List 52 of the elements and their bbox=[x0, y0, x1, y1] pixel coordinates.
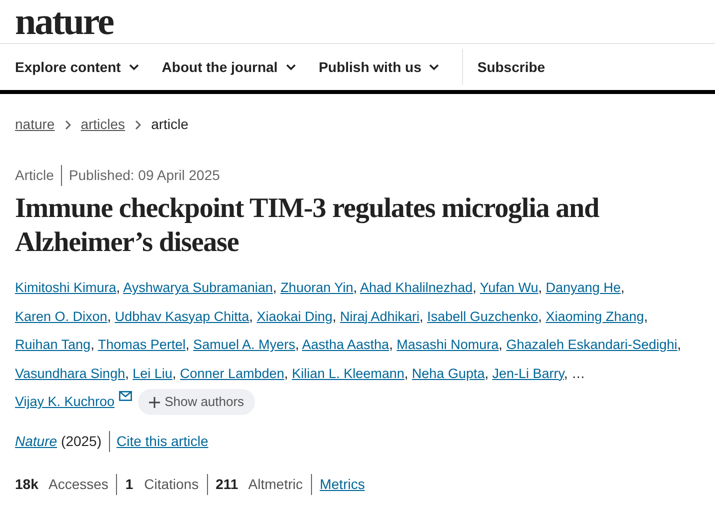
author-link[interactable]: Udbhav Kasyap Chitta bbox=[114, 308, 250, 324]
author-link[interactable]: Vasundhara Singh bbox=[15, 366, 126, 380]
chevron-down-icon bbox=[286, 64, 296, 70]
author-link[interactable]: Zhuoran Yin bbox=[280, 280, 354, 295]
publish-date: Published: 09 April 2025 bbox=[68, 166, 220, 185]
author-link[interactable]: Kilian L. Kleemann bbox=[292, 366, 404, 380]
author-list: Kimitoshi Kimura, Ayshwarya Subramanian, Zhuoran Yin, Ahad Khalilnezhad, Yufan Wu, Danyang He, Karen O. Dixon, Udbhav Kasyap Chitta, Xiaokai Ding, Niraj Adhikari, Isabell Guzchenko, Xiaoming Zhang, Ruihan Tang, Thomas Pertel, Samuel A. Myers, Aastha Aastha, Masashi Nomura, Ghazaleh Eskandari-Sedighi, Vasundhara Singh, Lei Liu, Conner Lambden, Kilian L. Kleemann, Neha Gupta, Jen-Li Barry, … Vijay K. Kuchroo Show authors bbox=[0, 274, 700, 416]
mail-icon bbox=[118, 391, 132, 402]
metric-count: 211 Altmetric bbox=[216, 474, 312, 494]
publication-year: (2025) bbox=[61, 430, 110, 452]
author-link[interactable]: Jen-Li Barry bbox=[492, 366, 564, 380]
metric-count: 1 Citations bbox=[125, 474, 208, 494]
chevron-right-icon bbox=[64, 120, 71, 130]
author-link[interactable]: Karen O. Dixon bbox=[15, 308, 108, 324]
journal-link[interactable]: Nature bbox=[15, 430, 58, 452]
article-type: Article bbox=[15, 165, 62, 186]
show-authors-button[interactable]: Show authors bbox=[138, 389, 256, 416]
author-link[interactable]: Xiaoming Zhang bbox=[546, 308, 644, 324]
author-link[interactable]: Isabell Guzchenko bbox=[427, 308, 538, 324]
author-link[interactable]: Lei Liu bbox=[132, 366, 172, 380]
nav-menu-button[interactable]: Publish with us bbox=[318, 56, 440, 78]
cite-link[interactable]: Cite this article bbox=[116, 430, 208, 452]
author-link[interactable]: Xiaokai Ding bbox=[256, 308, 332, 324]
author-link[interactable]: Conner Lambden bbox=[180, 366, 284, 380]
author-link[interactable]: Masashi Nomura bbox=[396, 337, 499, 352]
chevron-down-icon bbox=[429, 64, 440, 70]
article-title: Immune checkpoint TIM-3 regulates microglia and Alzheimer’s disease bbox=[14, 192, 600, 260]
author-link[interactable]: Samuel A. Myers bbox=[193, 337, 296, 352]
breadcrumb-link[interactable]: articles bbox=[80, 114, 126, 135]
nav-menu-button[interactable]: Explore content bbox=[15, 56, 139, 78]
author-link[interactable]: Ghazaleh Eskandari-Sedighi bbox=[506, 337, 678, 352]
author-link[interactable]: Thomas Pertel bbox=[98, 337, 186, 352]
nav-link[interactable]: Subscribe bbox=[477, 56, 546, 78]
author-link[interactable]: Ahad Khalilnezhad bbox=[360, 280, 473, 295]
author-link[interactable]: Kimitoshi Kimura bbox=[15, 280, 116, 295]
author-link[interactable]: Niraj Adhikari bbox=[340, 308, 420, 324]
author-link[interactable]: Ruihan Tang bbox=[15, 337, 91, 352]
author-link[interactable]: Danyang He bbox=[546, 280, 621, 295]
metric-count: 18k Accesses bbox=[15, 474, 118, 494]
author-link[interactable]: Ayshwarya Subramanian bbox=[123, 280, 273, 295]
author-link[interactable]: Yufan Wu bbox=[480, 280, 538, 295]
chevron-right-icon bbox=[135, 120, 142, 130]
author-link[interactable]: Vijay K. Kuchroo bbox=[15, 394, 115, 409]
site-logo[interactable]: nature bbox=[15, 2, 113, 40]
breadcrumb-current: article bbox=[151, 115, 188, 134]
metrics-link[interactable]: Metrics bbox=[320, 474, 365, 494]
author-link[interactable]: Aastha Aastha bbox=[302, 337, 390, 352]
chevron-down-icon bbox=[128, 64, 139, 70]
plus-icon bbox=[148, 396, 160, 408]
breadcrumb-link[interactable]: nature bbox=[15, 114, 55, 135]
nav-menu-button[interactable]: About the journal bbox=[162, 56, 296, 78]
author-link[interactable]: Neha Gupta bbox=[412, 366, 485, 380]
